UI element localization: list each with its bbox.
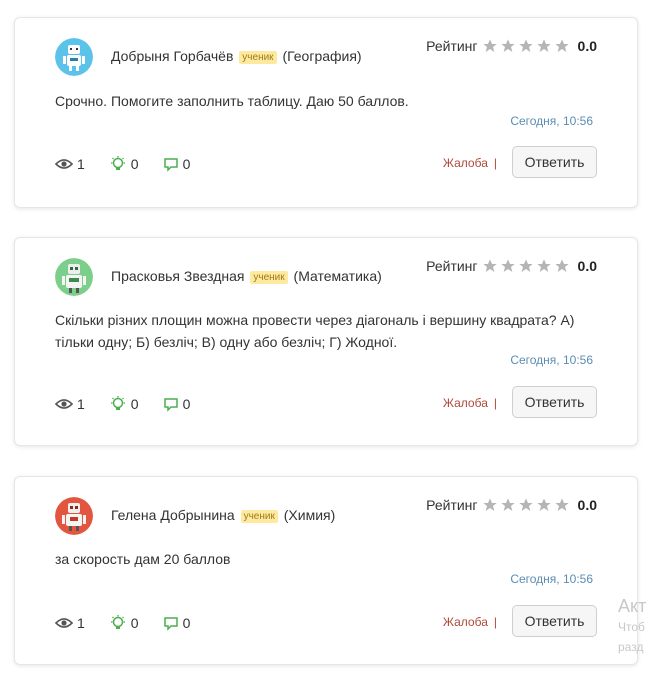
question-text[interactable]: Скільки різних площин можна провести чер… [55, 309, 601, 353]
avatar[interactable] [55, 38, 93, 76]
views-stat: 1 [55, 396, 85, 412]
views-stat: 1 [55, 156, 85, 172]
views-count: 1 [77, 396, 85, 412]
author-line: Гелена Добрынина ученик (Химия) [111, 507, 335, 523]
stats: 1 0 0 [55, 395, 214, 413]
comment-icon [163, 157, 178, 172]
subject-label[interactable]: (Химия) [284, 507, 336, 523]
rating-stars [482, 258, 570, 274]
rating-value: 0.0 [577, 38, 597, 54]
star-icon[interactable] [500, 38, 516, 54]
question-text[interactable]: Срочно. Помогите заполнить таблицу. Даю … [55, 90, 601, 112]
author-name[interactable]: Гелена Добрынина [111, 507, 235, 523]
question-card: Прасковья Звездная ученик (Математика) Р… [14, 237, 638, 446]
ideas-stat: 0 [109, 395, 139, 413]
author-line: Добрыня Горбачёв ученик (География) [111, 48, 362, 64]
stats: 1 0 0 [55, 614, 214, 632]
comments-count: 0 [182, 615, 191, 631]
rating: Рейтинг 0.0 [426, 258, 597, 274]
watermark-line-2: Чтоб [618, 620, 645, 634]
views-count: 1 [77, 156, 85, 172]
robot-avatar-icon [55, 38, 93, 76]
rating: Рейтинг 0.0 [426, 38, 597, 54]
complaint-label[interactable]: Жалоба [443, 396, 488, 410]
comments-stat: 0 [163, 156, 191, 172]
robot-avatar-icon [55, 258, 93, 296]
rating: Рейтинг 0.0 [426, 497, 597, 513]
subject-label[interactable]: (География) [282, 48, 361, 64]
comment-icon [163, 397, 178, 412]
comments-count: 0 [182, 156, 191, 172]
ideas-count: 0 [130, 396, 139, 412]
star-icon[interactable] [518, 38, 534, 54]
rating-stars [482, 497, 570, 513]
stats: 1 0 0 [55, 155, 214, 173]
star-icon[interactable] [518, 497, 534, 513]
comment-icon [163, 616, 178, 631]
complaint-label[interactable]: Жалоба [443, 156, 488, 170]
answer-button[interactable]: Ответить [512, 146, 597, 178]
avatar[interactable] [55, 497, 93, 535]
ideas-count: 0 [130, 156, 139, 172]
views-stat: 1 [55, 615, 85, 631]
star-icon[interactable] [536, 258, 552, 274]
watermark-line-3: разд [618, 640, 644, 654]
ideas-count: 0 [130, 615, 139, 631]
avatar[interactable] [55, 258, 93, 296]
question-card: Добрыня Горбачёв ученик (География) Рейт… [14, 17, 638, 208]
rating-label: Рейтинг [426, 497, 478, 513]
role-badge: ученик [250, 271, 288, 284]
star-icon[interactable] [536, 497, 552, 513]
star-icon[interactable] [482, 258, 498, 274]
question-text[interactable]: за скорость дам 20 баллов [55, 548, 601, 570]
author-name[interactable]: Прасковья Звездная [111, 268, 245, 284]
complaint-link[interactable]: Жалоба | [443, 615, 497, 629]
comments-stat: 0 [163, 396, 191, 412]
role-badge: ученик [240, 510, 278, 523]
comments-count: 0 [182, 396, 191, 412]
complaint-link[interactable]: Жалоба | [443, 156, 497, 170]
activation-watermark: Акт Чтоб разд [618, 596, 646, 657]
complaint-label[interactable]: Жалоба [443, 615, 488, 629]
answer-button[interactable]: Ответить [512, 386, 597, 418]
lightbulb-icon [110, 156, 125, 170]
rating-stars [482, 38, 570, 54]
rating-label: Рейтинг [426, 38, 478, 54]
timestamp: Сегодня, 10:56 [510, 114, 593, 128]
answer-button[interactable]: Ответить [512, 605, 597, 637]
watermark-line-1: Акт [618, 596, 647, 616]
star-icon[interactable] [500, 497, 516, 513]
eye-icon [55, 159, 73, 169]
lightbulb-icon [110, 615, 125, 629]
views-count: 1 [77, 615, 85, 631]
star-icon[interactable] [554, 258, 570, 274]
author-name[interactable]: Добрыня Горбачёв [111, 48, 233, 64]
complaint-link[interactable]: Жалоба | [443, 396, 497, 410]
robot-avatar-icon [55, 497, 93, 535]
star-icon[interactable] [554, 38, 570, 54]
subject-label[interactable]: (Математика) [294, 268, 382, 284]
star-icon[interactable] [518, 258, 534, 274]
rating-value: 0.0 [577, 258, 597, 274]
author-line: Прасковья Звездная ученик (Математика) [111, 268, 382, 284]
star-icon[interactable] [482, 38, 498, 54]
timestamp: Сегодня, 10:56 [510, 353, 593, 367]
rating-value: 0.0 [577, 497, 597, 513]
star-icon[interactable] [554, 497, 570, 513]
rating-label: Рейтинг [426, 258, 478, 274]
ideas-stat: 0 [109, 614, 139, 632]
ideas-stat: 0 [109, 155, 139, 173]
timestamp: Сегодня, 10:56 [510, 572, 593, 586]
star-icon[interactable] [482, 497, 498, 513]
lightbulb-icon [110, 396, 125, 410]
comments-stat: 0 [163, 615, 191, 631]
question-card: Гелена Добрынина ученик (Химия) Рейтинг … [14, 476, 638, 665]
eye-icon [55, 399, 73, 409]
role-badge: ученик [239, 51, 277, 64]
eye-icon [55, 618, 73, 628]
star-icon[interactable] [500, 258, 516, 274]
star-icon[interactable] [536, 38, 552, 54]
